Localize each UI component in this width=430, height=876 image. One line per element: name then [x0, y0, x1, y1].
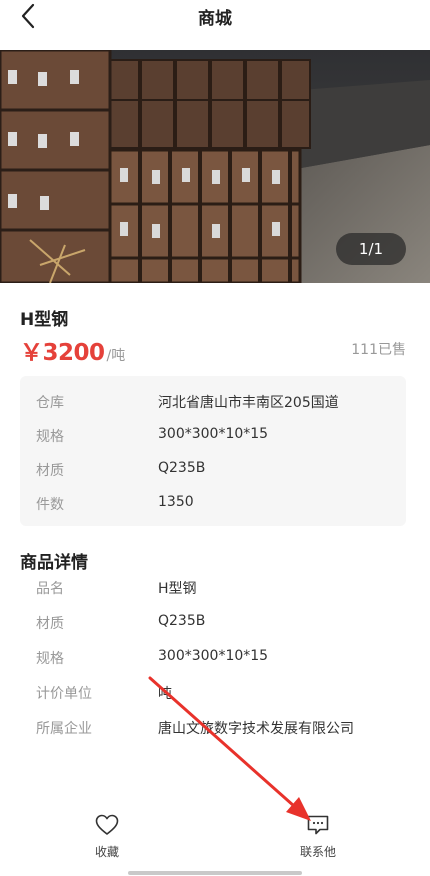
spec-value: 300*300*10*15 — [158, 426, 269, 442]
spec-value: 河北省唐山市丰南区205国道 — [158, 395, 339, 411]
bottom-action-bar: 收藏 联系他 — [0, 800, 430, 876]
detail-value: 300*300*10*15 — [158, 648, 269, 664]
spec-value: 1350 — [158, 494, 194, 510]
price-unit: /吨 — [106, 348, 126, 364]
spec-box: 仓库 河北省唐山市丰南区205国道 规格 300*300*10*15 材质 Q2… — [20, 376, 406, 526]
product-price: ￥3200 — [20, 340, 105, 366]
detail-row-company: 所属企业 唐山文旅数字技术发展有限公司 — [0, 710, 430, 744]
detail-key: 品名 — [36, 581, 64, 597]
favorite-button[interactable]: 收藏 — [67, 814, 147, 864]
spec-key: 件数 — [36, 497, 64, 513]
spec-value: Q235B — [158, 460, 206, 476]
heart-icon — [95, 814, 119, 835]
spec-row-size: 规格 300*300*10*15 — [20, 418, 406, 452]
spec-key: 规格 — [36, 429, 64, 445]
spec-key: 材质 — [36, 463, 64, 479]
contact-button[interactable]: 联系他 — [278, 814, 358, 864]
detail-row-size: 规格 300*300*10*15 — [0, 640, 430, 674]
detail-key: 规格 — [36, 651, 64, 667]
detail-row-pricing-unit: 计价单位 吨 — [0, 675, 430, 709]
spec-row-warehouse: 仓库 河北省唐山市丰南区205国道 — [20, 384, 406, 418]
product-image-gallery[interactable]: 1/1 — [0, 50, 430, 283]
image-page-indicator: 1/1 — [336, 233, 406, 265]
spec-row-material: 材质 Q235B — [20, 452, 406, 486]
favorite-label: 收藏 — [94, 845, 119, 859]
detail-key: 计价单位 — [36, 686, 92, 702]
spec-key: 仓库 — [36, 395, 64, 411]
detail-row-product-name: 品名 H型钢 — [0, 570, 430, 604]
chat-bubble-icon — [307, 815, 329, 835]
detail-value: Q235B — [158, 613, 206, 629]
product-name: H型钢 — [20, 310, 69, 330]
home-indicator — [128, 871, 302, 875]
spec-row-pieces: 件数 1350 — [20, 486, 406, 520]
detail-value: 唐山文旅数字技术发展有限公司 — [158, 721, 354, 737]
detail-key: 材质 — [36, 616, 64, 632]
detail-key: 所属企业 — [36, 721, 92, 737]
detail-row-material: 材质 Q235B — [0, 605, 430, 639]
detail-value: H型钢 — [158, 581, 197, 597]
price-row: ￥3200 /吨 — [20, 333, 125, 367]
detail-value: 吨 — [158, 686, 172, 702]
header: 商城 — [0, 0, 430, 34]
contact-label: 联系他 — [299, 845, 336, 859]
sold-count: 111已售 — [351, 342, 406, 358]
page-title: 商城 — [198, 9, 232, 29]
